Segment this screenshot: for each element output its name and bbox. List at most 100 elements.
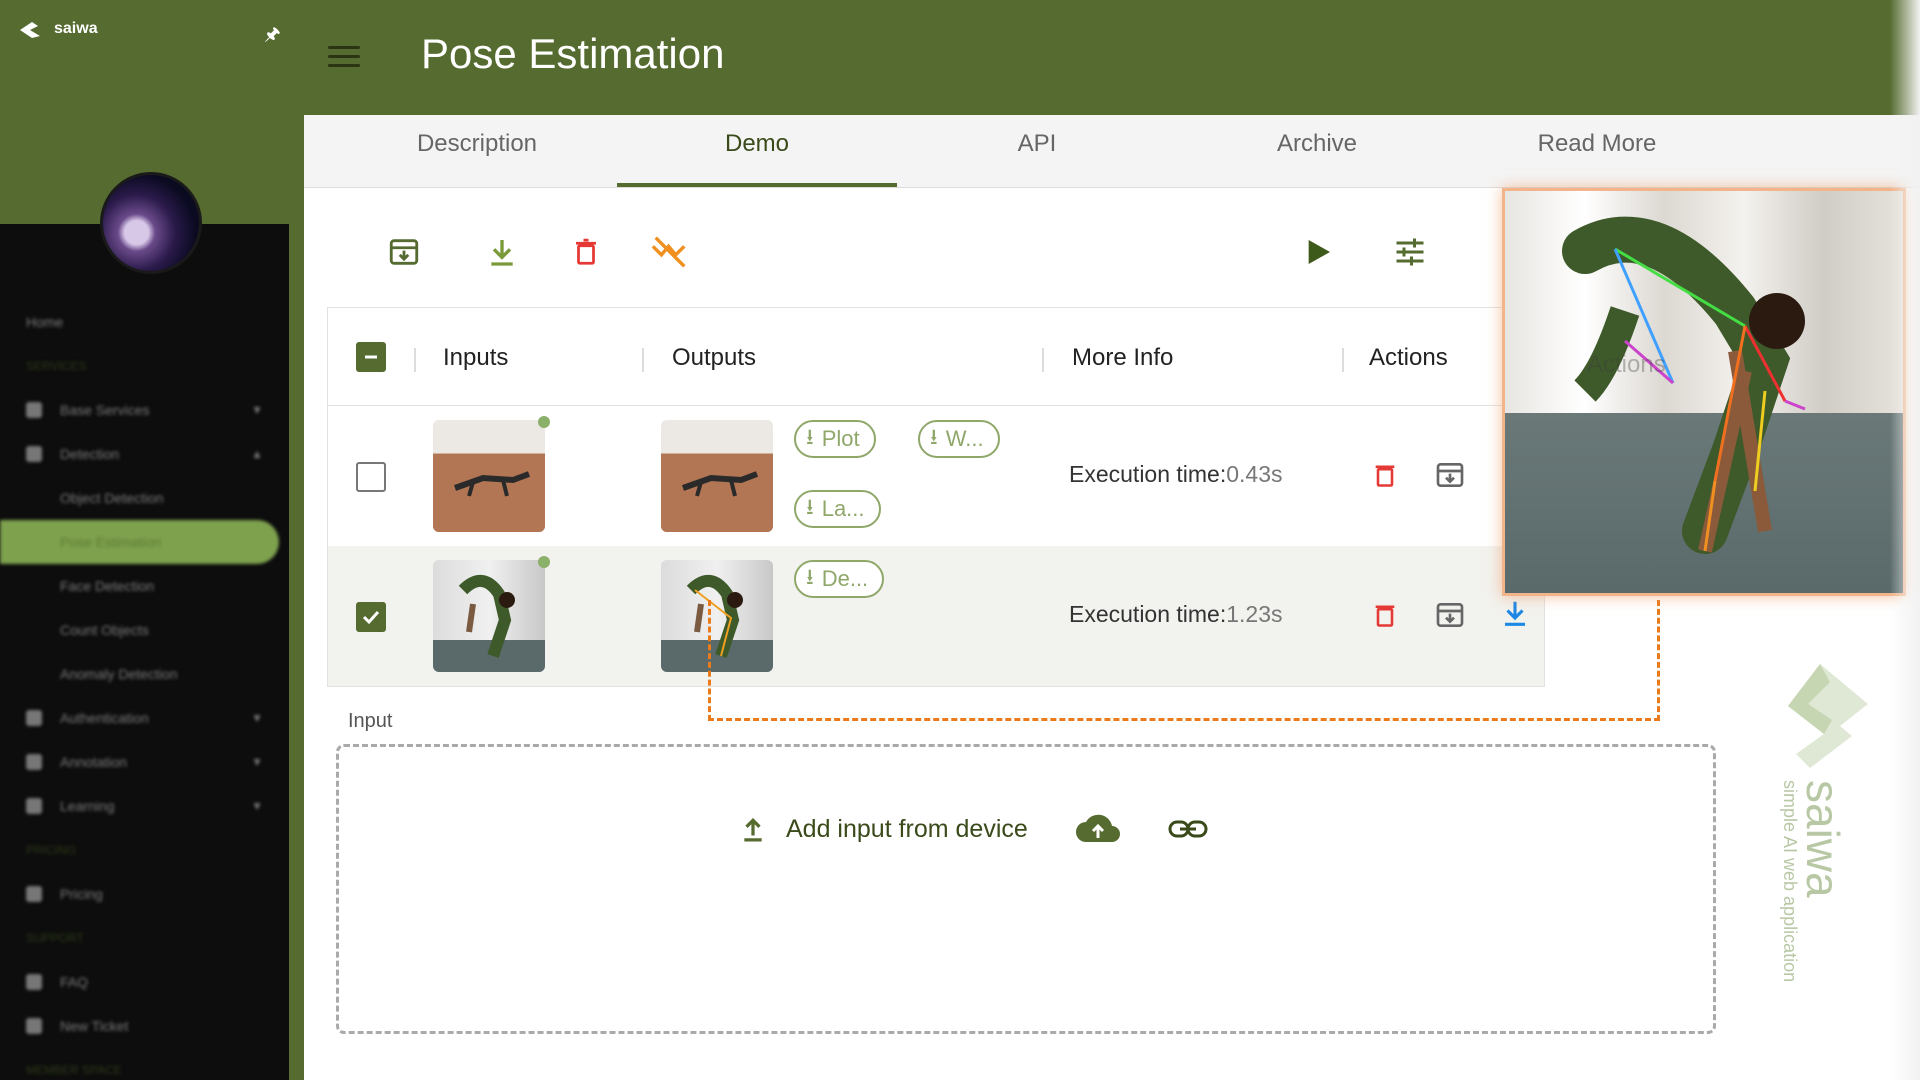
sidebar-item-home[interactable]: Home bbox=[0, 300, 289, 344]
run-button[interactable] bbox=[1298, 232, 1338, 272]
page-edge-shadow bbox=[1890, 0, 1920, 1080]
execution-time: Execution time:0.43s bbox=[1069, 461, 1283, 487]
sidebar-item-faq[interactable]: FAQ bbox=[0, 960, 289, 1004]
sidebar-item-pose-estimation[interactable]: Pose Estimation bbox=[0, 520, 279, 564]
brand-logo[interactable]: saiwa bbox=[18, 18, 98, 40]
sidebar: saiwa 🖈 Home SERVICES Base Services ▼ Det… bbox=[0, 0, 304, 1080]
column-actions: Actions bbox=[1369, 344, 1448, 371]
sliders-icon bbox=[1396, 238, 1424, 266]
avatar[interactable] bbox=[100, 172, 202, 274]
chevron-down-icon: ▼ bbox=[251, 799, 263, 813]
input-section-label: Input bbox=[348, 710, 393, 732]
sidebar-section-member-space: MEMBER SPACE bbox=[26, 1063, 122, 1077]
minus-icon bbox=[365, 355, 377, 359]
column-more-info: More Info bbox=[1072, 344, 1174, 371]
chevron-down-icon: ▼ bbox=[251, 711, 263, 725]
chevron-down-icon: ▼ bbox=[251, 403, 263, 417]
tab-read-more[interactable]: Read More bbox=[1457, 115, 1737, 187]
page-title: Pose Estimation bbox=[421, 30, 725, 77]
trash-icon bbox=[576, 238, 596, 265]
hamburger-menu-icon[interactable] bbox=[328, 46, 360, 68]
dollar-icon bbox=[26, 886, 42, 902]
tab-description[interactable]: Description bbox=[337, 115, 617, 187]
play-icon bbox=[1308, 240, 1330, 264]
download-plot-chip[interactable]: ⭳ Plot bbox=[794, 420, 876, 458]
sidebar-item-face-detection[interactable]: Face Detection bbox=[0, 564, 289, 608]
archive-row-button[interactable] bbox=[1433, 458, 1467, 492]
input-thumbnail[interactable] bbox=[433, 420, 545, 532]
sidebar-section-pricing: PRICING bbox=[26, 843, 77, 857]
archive-icon bbox=[389, 239, 419, 265]
download-w-chip[interactable]: ⭳ W... bbox=[918, 420, 1000, 458]
fingerprint-icon bbox=[26, 710, 42, 726]
sidebar-item-object-detection[interactable]: Object Detection bbox=[0, 476, 289, 520]
download-la-chip[interactable]: ⭳ La... bbox=[794, 490, 881, 528]
download-de-chip[interactable]: ⭳ De... bbox=[794, 560, 885, 598]
sidebar-item-authentication[interactable]: Authentication ▼ bbox=[0, 696, 289, 740]
input-thumbnail[interactable] bbox=[433, 560, 545, 672]
column-outputs: Outputs bbox=[672, 344, 757, 371]
row-checkbox[interactable] bbox=[356, 602, 386, 632]
tab-api[interactable]: API bbox=[897, 115, 1177, 187]
pin-icon[interactable]: 🖈 bbox=[264, 22, 281, 52]
sidebar-menu: Home SERVICES Base Services ▼ Detection ▲ … bbox=[0, 300, 289, 1092]
archive-all-button[interactable] bbox=[384, 232, 424, 272]
help-icon bbox=[26, 974, 42, 990]
document-icon bbox=[26, 446, 42, 462]
link-icon[interactable] bbox=[1168, 816, 1208, 842]
sidebar-section-services: SERVICES bbox=[26, 359, 87, 373]
table-header: Inputs Outputs More Info Actions bbox=[328, 308, 1544, 406]
skeleton-off-icon bbox=[651, 236, 686, 268]
status-dot bbox=[538, 416, 550, 428]
tag-icon bbox=[26, 754, 42, 770]
download-icon bbox=[491, 240, 513, 266]
sidebar-item-anomaly-detection[interactable]: Anomaly Detection bbox=[0, 652, 289, 696]
send-icon bbox=[26, 1018, 42, 1034]
input-dropzone[interactable] bbox=[336, 744, 1716, 1034]
preview-overlay-text: Actions bbox=[1587, 351, 1666, 378]
sidebar-item-new-ticket[interactable]: New Ticket bbox=[0, 1004, 289, 1048]
download-icon: ⭳ bbox=[806, 494, 814, 519]
sidebar-item-detection[interactable]: Detection ▲ bbox=[0, 432, 289, 476]
download-all-button[interactable] bbox=[482, 232, 522, 272]
clear-skeleton-button[interactable] bbox=[650, 232, 690, 272]
chevron-down-icon: ▼ bbox=[251, 755, 263, 769]
chevron-up-icon: ▲ bbox=[251, 447, 263, 461]
add-input-row: Add input from device bbox=[740, 812, 1208, 846]
column-inputs: Inputs bbox=[443, 344, 509, 371]
sidebar-item-base-services[interactable]: Base Services ▼ bbox=[0, 388, 289, 432]
download-icon: ⭳ bbox=[806, 564, 814, 589]
sidebar-item-annotation[interactable]: Annotation ▼ bbox=[0, 740, 289, 784]
delete-all-button[interactable] bbox=[566, 232, 606, 272]
download-icon: ⭳ bbox=[806, 424, 814, 449]
trash-icon bbox=[1375, 465, 1395, 487]
saiwa-watermark-logo bbox=[1780, 660, 1872, 785]
cloud-icon bbox=[26, 798, 42, 814]
tab-bar: Description Demo API Archive Read More bbox=[304, 115, 1920, 188]
sidebar-item-learning[interactable]: Learning ▼ bbox=[0, 784, 289, 828]
services-icon bbox=[26, 402, 42, 418]
sidebar-item-pricing[interactable]: Pricing bbox=[0, 872, 289, 916]
tab-demo[interactable]: Demo bbox=[617, 115, 897, 187]
delete-row-button[interactable] bbox=[1368, 458, 1402, 492]
app-header: Pose Estimation bbox=[304, 0, 1920, 115]
archive-icon bbox=[1436, 463, 1464, 487]
pose-preview-image[interactable]: Actions bbox=[1502, 188, 1906, 596]
select-all-checkbox[interactable] bbox=[356, 342, 386, 372]
row-checkbox[interactable] bbox=[356, 462, 386, 492]
output-thumbnail[interactable] bbox=[661, 420, 773, 532]
sidebar-section-support: SUPPORT bbox=[26, 931, 84, 945]
saiwa-logo-icon bbox=[20, 22, 40, 38]
brand-name: saiwa bbox=[54, 20, 98, 37]
check-icon bbox=[362, 610, 380, 625]
download-icon: ⭳ bbox=[930, 424, 938, 449]
preview-connector bbox=[708, 600, 1660, 721]
cloud-upload-icon[interactable] bbox=[1074, 812, 1122, 846]
sidebar-item-count-objects[interactable]: Count Objects bbox=[0, 608, 289, 652]
add-from-device-button[interactable]: Add input from device bbox=[740, 814, 1028, 844]
upload-icon bbox=[744, 818, 762, 842]
table-row[interactable]: ⭳ Plot ⭳ W... ⭳ La... Execution time:0.43s bbox=[328, 406, 1544, 547]
tab-archive[interactable]: Archive bbox=[1177, 115, 1457, 187]
saiwa-watermark-text: saiwa simple AI web application bbox=[1780, 780, 1849, 983]
settings-button[interactable] bbox=[1390, 232, 1430, 272]
